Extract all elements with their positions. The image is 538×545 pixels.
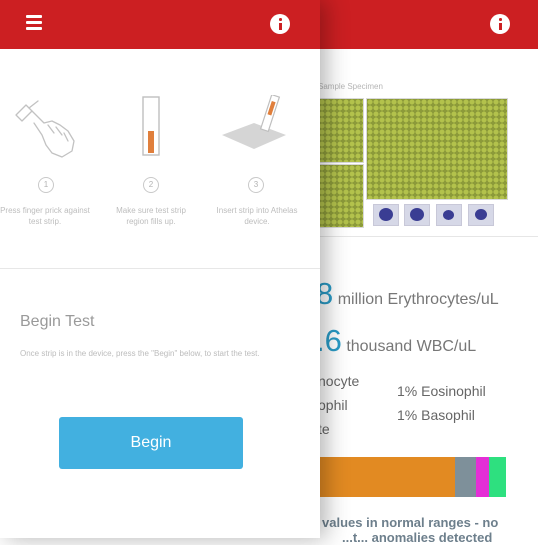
bar-segment-1 [318,457,456,497]
wbc-unit: thousand WBC/uL [346,338,477,355]
results-divider [320,236,538,237]
step-instruction: Press finger prick against test strip. [0,206,90,226]
page-title: Begin Test [20,313,95,330]
insert-strip-icon [222,95,286,149]
blood-smear-image [318,164,364,228]
differential-item: 1% Eosinophil [397,383,486,399]
bar-segment-2 [455,457,476,497]
erythrocyte-unit: million Erythrocytes/uL [337,291,499,308]
blood-smear-image-large [366,98,508,200]
info-icon[interactable] [490,14,510,34]
step-number: 1 [38,177,54,193]
bar-segment-4 [489,457,506,497]
wbc-count: .6 thousand WBC/uL [316,323,476,359]
section-divider [0,268,320,269]
begin-test-screen: 1 2 3 Press finger prick against test st… [0,0,320,538]
menu-icon[interactable] [26,15,42,31]
step-instruction: Insert strip into Athelas device. [216,206,298,226]
sample-label: Sample Specimen [318,82,383,91]
result-note: values in normal ranges - no [322,515,499,530]
differential-item: 1% Basophil [397,407,475,423]
erythrocyte-count: 8 million Erythrocytes/uL [316,276,499,312]
step-number: 3 [248,177,264,193]
finger-prick-icon [15,100,75,158]
differential-item: ophil [318,397,348,413]
bar-segment-3 [475,457,490,497]
top-bar [0,0,320,49]
white-cell-thumbnail [436,204,462,226]
blood-smear-image [318,98,364,163]
step-number: 2 [143,177,159,193]
differential-item: nocyte [318,373,360,389]
white-cell-thumbnail [373,204,399,226]
step-instruction: Make sure test strip region fills up. [116,206,186,226]
cell-composition-bar [318,457,506,497]
begin-button[interactable]: Begin [59,417,243,469]
white-cell-thumbnail [468,204,494,226]
white-cell-thumbnail [404,204,430,226]
info-icon[interactable] [270,14,290,34]
instruction-text: Once strip is in the device, press the "… [20,349,260,358]
test-strip-icon [142,96,160,156]
